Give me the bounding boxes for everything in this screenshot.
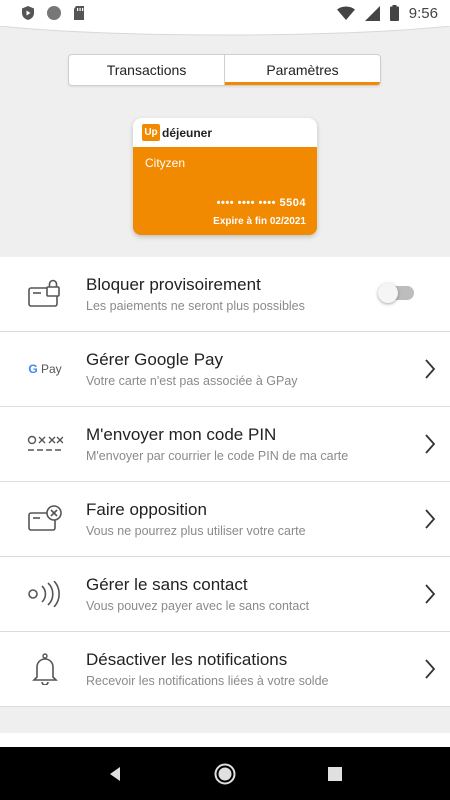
tab-bar: Transactions Paramètres bbox=[68, 54, 381, 86]
card-expiry: Expire à fin 02/2021 bbox=[213, 216, 306, 227]
system-nav-bar bbox=[0, 747, 450, 800]
tab-parametres[interactable]: Paramètres bbox=[224, 55, 380, 85]
battery-icon bbox=[389, 5, 399, 21]
settings-list: Bloquer provisoirement Les paiements ne … bbox=[0, 257, 450, 707]
nav-home-button[interactable] bbox=[205, 754, 245, 794]
card-expiry-label: Expire à fin bbox=[213, 216, 268, 227]
row-title: Faire opposition bbox=[86, 500, 207, 519]
card-header: Up déjeuner bbox=[133, 118, 317, 147]
recents-icon bbox=[328, 766, 342, 781]
status-right-icons: 9:56 bbox=[336, 4, 438, 22]
contactless-icon bbox=[28, 581, 60, 607]
row-subtitle: Vous ne pourrez plus utiliser votre cart… bbox=[86, 524, 306, 538]
settings-row-pin[interactable]: M'envoyer mon code PIN M'envoyer par cou… bbox=[0, 407, 450, 482]
row-title: Gérer Google Pay bbox=[86, 350, 224, 369]
gpay-icon: G Pay bbox=[28, 362, 62, 376]
settings-row-notifications[interactable]: Désactiver les notifications Recevoir le… bbox=[0, 632, 450, 707]
list-next-section bbox=[0, 733, 450, 747]
chevron-right-icon bbox=[425, 509, 436, 529]
card-number: •••• •••• •••• 5504 bbox=[216, 197, 306, 209]
tab-transactions[interactable]: Transactions bbox=[69, 55, 224, 85]
card-brand: déjeuner bbox=[162, 125, 213, 140]
pin-code-icon bbox=[27, 435, 63, 451]
wifi-icon bbox=[336, 6, 355, 20]
settings-row-contactless[interactable]: Gérer le sans contact Vous pouvez payer … bbox=[0, 557, 450, 632]
nav-back-button[interactable] bbox=[95, 754, 135, 794]
row-title: Désactiver les notifications bbox=[86, 650, 288, 669]
signal-icon bbox=[364, 5, 380, 21]
row-subtitle: Recevoir les notifications liées à votre… bbox=[86, 674, 329, 688]
settings-row-gpay[interactable]: G Pay Gérer Google Pay Votre carte n'est… bbox=[0, 332, 450, 407]
home-icon bbox=[214, 763, 236, 784]
row-title: M'envoyer mon code PIN bbox=[86, 425, 277, 444]
row-title: Gérer le sans contact bbox=[86, 575, 248, 594]
toggle-knob bbox=[378, 283, 398, 303]
chevron-right-icon bbox=[425, 434, 436, 454]
card-lock-icon bbox=[28, 279, 60, 307]
back-icon bbox=[110, 766, 120, 781]
bell-icon bbox=[32, 653, 58, 685]
card-expiry-date: 02/2021 bbox=[269, 216, 306, 227]
status-bar: 9:56 bbox=[0, 0, 450, 26]
row-subtitle: M'envoyer par courrier le code PIN de ma… bbox=[86, 449, 349, 463]
row-subtitle: Vous pouvez payer avec le sans contact bbox=[86, 599, 310, 613]
chevron-right-icon bbox=[425, 584, 436, 604]
status-time: 9:56 bbox=[408, 4, 438, 22]
row-subtitle: Votre carte n'est pas associée à GPay bbox=[86, 374, 298, 388]
meal-card[interactable]: Up déjeuner Cityzen •••• •••• •••• 5504 … bbox=[133, 118, 317, 235]
play-protect-icon bbox=[22, 6, 34, 20]
chevron-right-icon bbox=[425, 359, 436, 379]
up-logo: Up bbox=[142, 124, 160, 141]
header-curve bbox=[0, 26, 450, 36]
settings-row-block[interactable]: Bloquer provisoirement Les paiements ne … bbox=[0, 257, 450, 332]
card-cancel-icon bbox=[28, 505, 62, 531]
status-left-icons bbox=[20, 5, 86, 21]
nav-recents-button[interactable] bbox=[315, 754, 355, 794]
circle-notification-icon bbox=[47, 6, 61, 20]
block-toggle[interactable] bbox=[378, 283, 414, 303]
sd-card-icon bbox=[74, 6, 84, 20]
card-holder: Cityzen bbox=[145, 156, 186, 170]
chevron-right-icon bbox=[425, 659, 436, 679]
settings-row-opposition[interactable]: Faire opposition Vous ne pourrez plus ut… bbox=[0, 482, 450, 557]
row-subtitle: Les paiements ne seront plus possibles bbox=[86, 299, 305, 313]
